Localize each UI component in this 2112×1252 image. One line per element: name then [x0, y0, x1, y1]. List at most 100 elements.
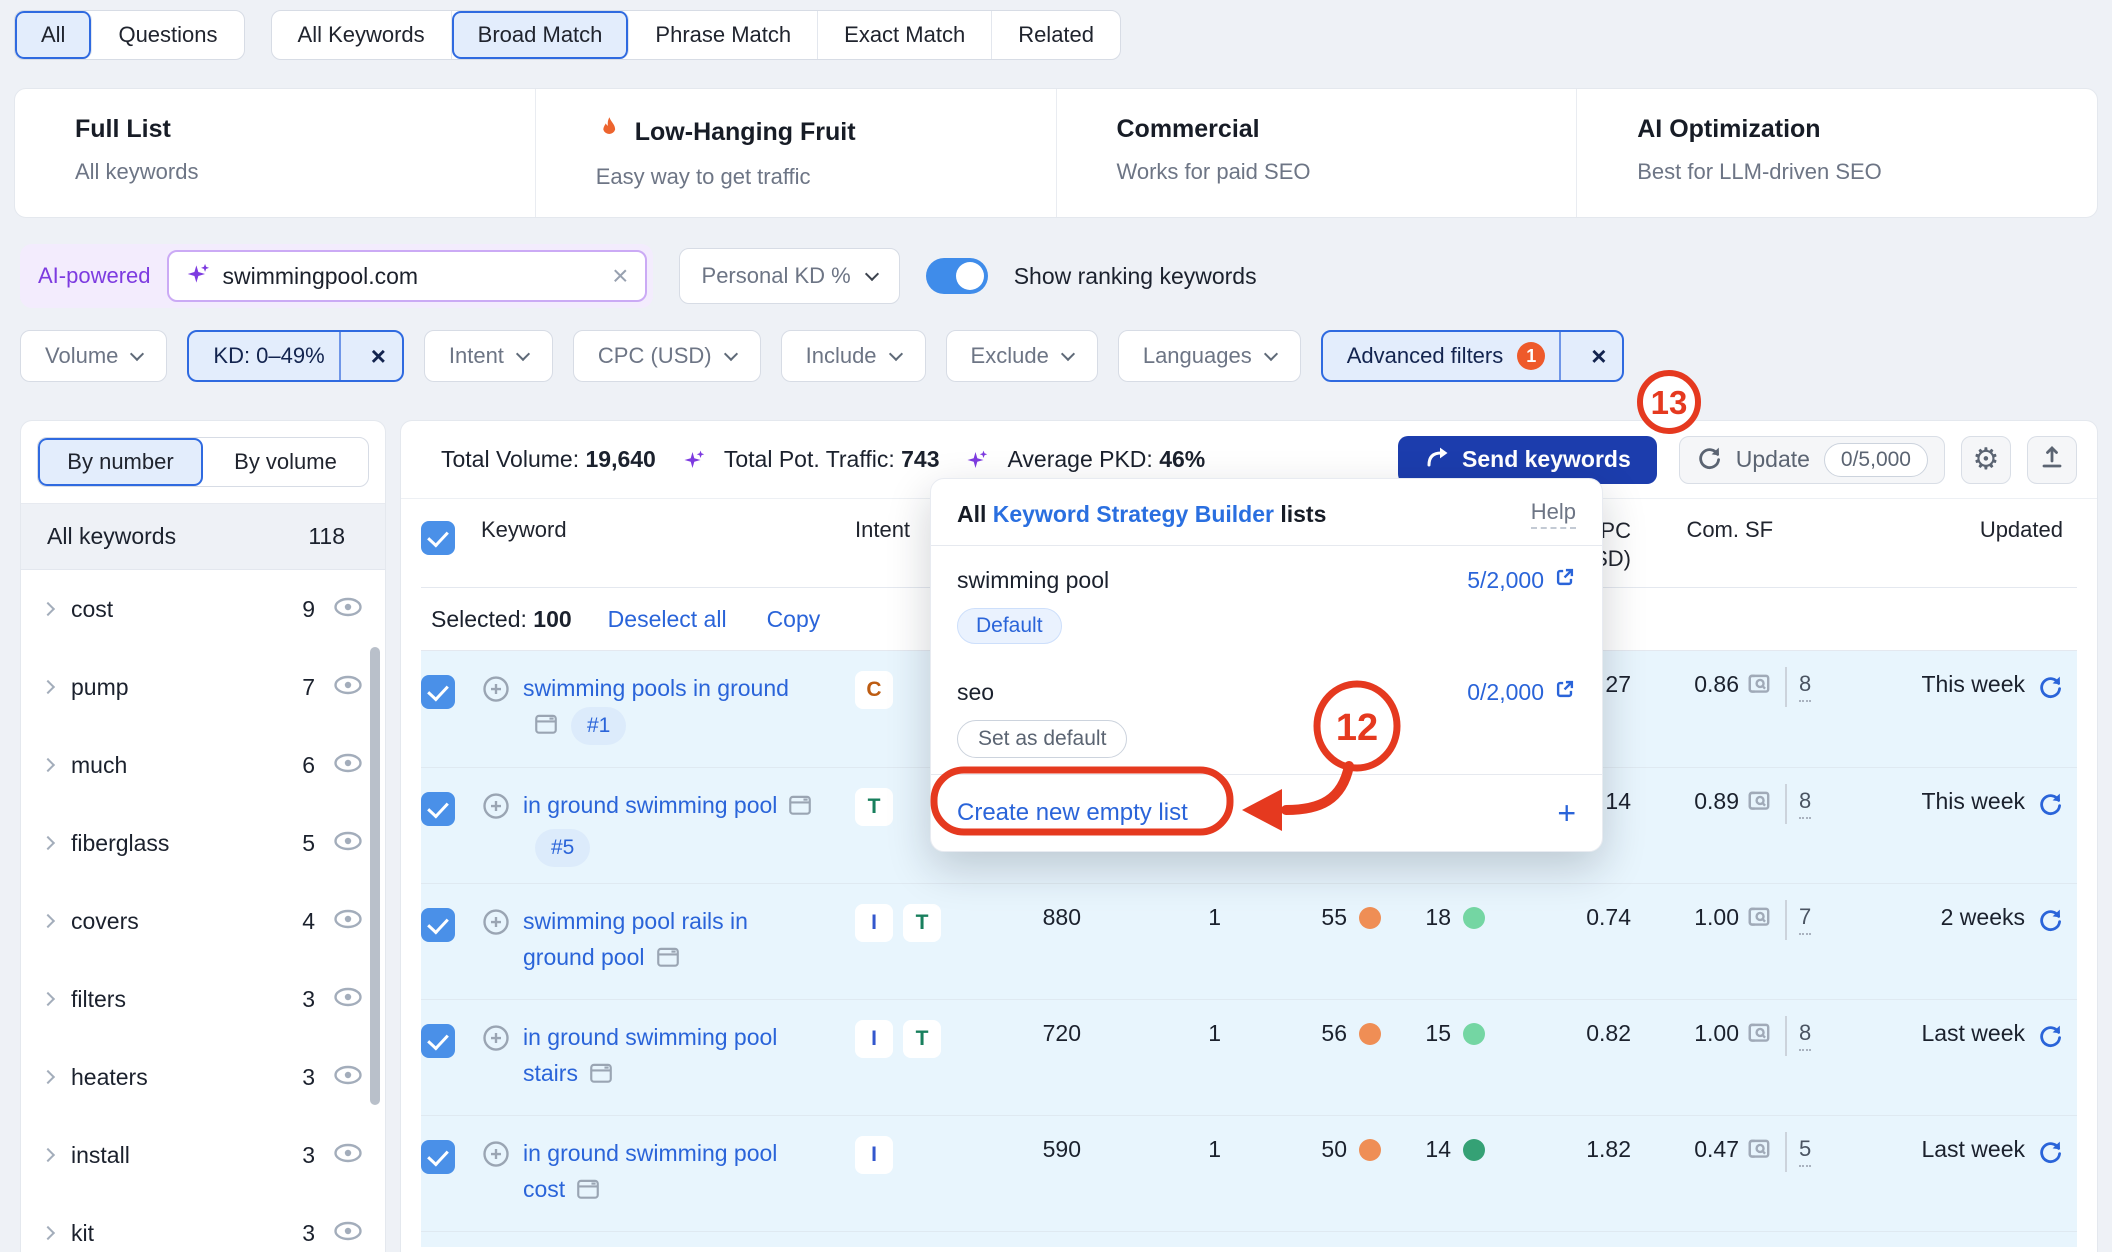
eye-icon[interactable] — [333, 596, 363, 623]
card-commercial[interactable]: Commercial Works for paid SEO — [1057, 89, 1578, 217]
export-button[interactable] — [2027, 436, 2077, 484]
column-header-keyword[interactable]: Keyword — [481, 517, 841, 543]
serp-preview-icon[interactable] — [1745, 1020, 1773, 1051]
serp-features-count[interactable]: 7 — [1799, 904, 1811, 935]
sidebar-tab-by-number[interactable]: By number — [38, 438, 203, 486]
column-header-sf[interactable]: SF — [1739, 517, 1843, 543]
refresh-icon[interactable] — [2037, 790, 2063, 883]
sidebar-group-kit[interactable]: kit3 — [21, 1194, 385, 1252]
eye-icon[interactable] — [333, 986, 363, 1013]
tab-phrase-match[interactable]: Phrase Match — [629, 11, 818, 59]
sidebar-group-filters[interactable]: filters3 — [21, 960, 385, 1038]
sidebar-group-fiberglass[interactable]: fiberglass5 — [21, 804, 385, 882]
keyword-link[interactable]: in ground swimming pool — [523, 792, 777, 818]
sidebar-tab-by-volume[interactable]: By volume — [203, 438, 368, 486]
serp-preview-icon[interactable] — [1745, 788, 1773, 819]
row-checkbox[interactable] — [421, 675, 455, 709]
select-all-checkbox[interactable] — [421, 521, 455, 555]
keyword-link[interactable]: swimming pools in ground — [523, 675, 789, 701]
serp-features-count[interactable]: 8 — [1799, 671, 1811, 702]
copy-link[interactable]: Copy — [767, 606, 821, 633]
deselect-all-link[interactable]: Deselect all — [608, 606, 727, 633]
serp-features-count[interactable]: 8 — [1799, 788, 1811, 819]
refresh-icon[interactable] — [2037, 673, 2063, 767]
tab-all[interactable]: All — [15, 11, 92, 59]
help-link[interactable]: Help — [1531, 499, 1576, 529]
add-to-list-icon[interactable] — [481, 674, 511, 767]
serp-features-count[interactable]: 5 — [1799, 1136, 1811, 1167]
keyword-link[interactable]: swimming pool rails in ground pool — [523, 908, 748, 970]
filter-advanced[interactable]: Advanced filters 1 × — [1321, 330, 1625, 382]
add-to-list-icon[interactable] — [481, 1139, 511, 1231]
refresh-icon[interactable] — [2037, 1138, 2063, 1231]
add-to-list-icon[interactable] — [481, 791, 511, 883]
serp-features-icon[interactable] — [655, 944, 681, 981]
serp-features-icon[interactable] — [787, 792, 813, 829]
settings-button[interactable]: ⚙ — [1961, 436, 2011, 484]
sidebar-all-keywords[interactable]: All keywords118 — [21, 504, 385, 570]
tab-questions[interactable]: Questions — [92, 11, 243, 59]
plus-icon[interactable]: + — [1557, 797, 1576, 829]
sidebar-group-pump[interactable]: pump7 — [21, 648, 385, 726]
serp-preview-icon[interactable] — [1745, 671, 1773, 702]
ksb-link[interactable]: Keyword Strategy Builder — [993, 501, 1274, 527]
tab-broad-match[interactable]: Broad Match — [452, 11, 630, 59]
sidebar-group-install[interactable]: install3 — [21, 1116, 385, 1194]
serp-preview-icon[interactable] — [1745, 1136, 1773, 1167]
add-to-list-icon[interactable] — [481, 907, 511, 999]
row-checkbox[interactable] — [421, 1024, 455, 1058]
serp-preview-icon[interactable] — [1745, 904, 1773, 935]
serp-features-icon[interactable] — [588, 1060, 614, 1097]
personal-kd-select[interactable]: Personal KD % — [679, 248, 900, 304]
keyword-link[interactable]: in ground swimming pool cost — [523, 1140, 777, 1202]
row-checkbox[interactable] — [421, 908, 455, 942]
refresh-icon[interactable] — [2037, 906, 2063, 999]
sidebar-group-much[interactable]: much6 — [21, 726, 385, 804]
tab-related[interactable]: Related — [992, 11, 1120, 59]
keyword-link[interactable]: in ground swimming pool stairs — [523, 1024, 777, 1086]
filter-include[interactable]: Include — [781, 330, 926, 382]
filter-intent[interactable]: Intent — [424, 330, 553, 382]
card-full-list[interactable]: Full List All keywords — [15, 89, 536, 217]
eye-icon[interactable] — [333, 674, 363, 701]
row-checkbox[interactable] — [421, 792, 455, 826]
filter-cpc[interactable]: CPC (USD) — [573, 330, 761, 382]
eye-icon[interactable] — [333, 1142, 363, 1169]
column-header-updated[interactable]: Updated — [1843, 517, 2077, 543]
tab-all-keywords[interactable]: All Keywords — [272, 11, 452, 59]
serp-features-icon[interactable] — [575, 1176, 601, 1213]
column-header-com[interactable]: Com. — [1631, 517, 1739, 543]
filter-kd[interactable]: KD: 0–49% × — [187, 330, 403, 382]
sidebar-group-heaters[interactable]: heaters3 — [21, 1038, 385, 1116]
card-ai-optimization[interactable]: AI Optimization Best for LLM-driven SEO — [1577, 89, 2097, 217]
sidebar-group-covers[interactable]: covers4 — [21, 882, 385, 960]
set-as-default-button[interactable]: Set as default — [957, 720, 1127, 758]
filter-languages[interactable]: Languages — [1118, 330, 1301, 382]
row-checkbox[interactable] — [421, 1140, 455, 1174]
eye-icon[interactable] — [333, 752, 363, 779]
list-quota-link[interactable]: 5/2,000 — [1467, 566, 1576, 594]
list-item[interactable]: seo 0/2,000 — [931, 658, 1602, 712]
serp-features-count[interactable]: 8 — [1799, 1020, 1811, 1051]
sidebar-scrollbar[interactable] — [370, 647, 380, 1105]
eye-icon[interactable] — [333, 1220, 363, 1247]
remove-kd-filter-icon[interactable]: × — [355, 341, 402, 372]
clear-search-icon[interactable]: × — [612, 262, 628, 290]
remove-advanced-filters-icon[interactable]: × — [1575, 341, 1622, 372]
filter-exclude[interactable]: Exclude — [946, 330, 1098, 382]
tab-exact-match[interactable]: Exact Match — [818, 11, 992, 59]
eye-icon[interactable] — [333, 908, 363, 935]
refresh-icon[interactable] — [2037, 1022, 2063, 1115]
send-keywords-button[interactable]: Send keywords — [1398, 436, 1657, 484]
show-ranking-keywords-toggle[interactable] — [926, 258, 988, 294]
list-item[interactable]: swimming pool 5/2,000 — [931, 546, 1602, 600]
sidebar-group-cost[interactable]: cost9 — [21, 570, 385, 648]
create-new-empty-list-link[interactable]: Create new empty list — [957, 799, 1188, 827]
update-button[interactable]: Update 0/5,000 — [1679, 436, 1945, 484]
search-input[interactable]: swimmingpool.com × — [167, 250, 647, 302]
serp-features-icon[interactable] — [533, 711, 559, 748]
filter-volume[interactable]: Volume — [20, 330, 167, 382]
eye-icon[interactable] — [333, 1064, 363, 1091]
add-to-list-icon[interactable] — [481, 1023, 511, 1115]
eye-icon[interactable] — [333, 830, 363, 857]
